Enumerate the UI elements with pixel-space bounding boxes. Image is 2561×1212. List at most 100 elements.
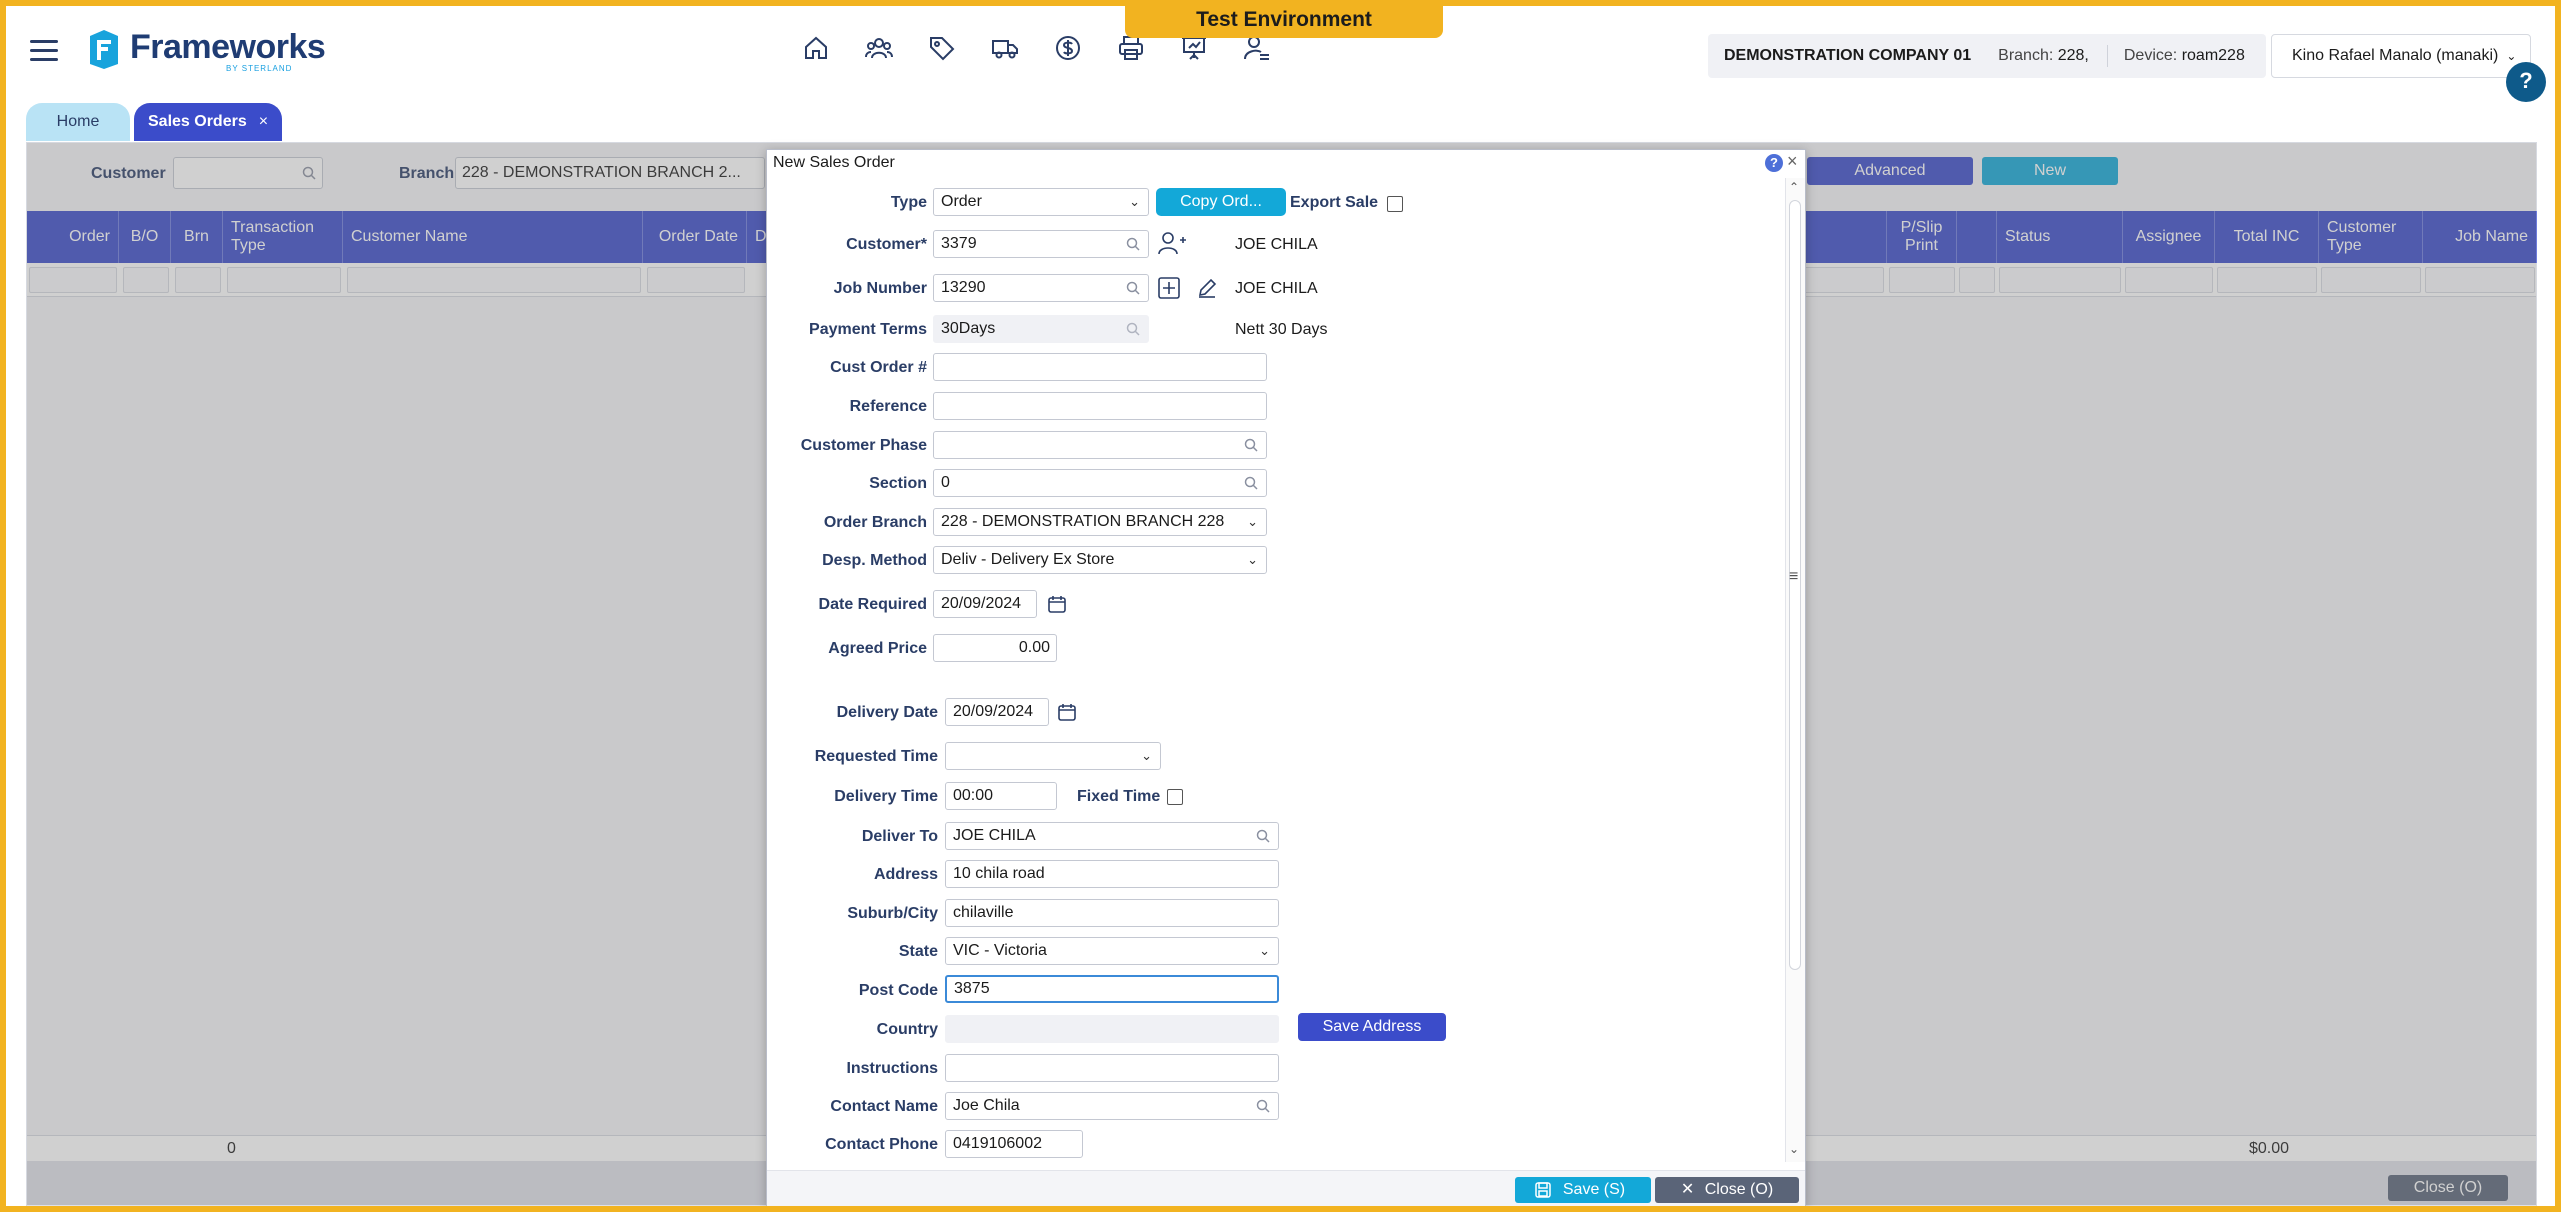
users-icon[interactable] [865, 34, 893, 62]
customer-phase-input[interactable] [933, 431, 1267, 459]
search-icon[interactable] [1126, 237, 1140, 251]
user-menu[interactable]: Kino Rafael Manalo (manaki) ⌄ [2271, 34, 2531, 78]
instructions-input[interactable] [945, 1054, 1279, 1082]
dialog-body: Type Order ⌄ Copy Ord... Export Sale Cus… [767, 178, 1785, 1162]
customer-name: JOE CHILA [1235, 236, 1318, 253]
search-icon[interactable] [1244, 438, 1258, 452]
job-name: JOE CHILA [1235, 280, 1318, 297]
type-select[interactable]: Order ⌄ [933, 188, 1149, 216]
payment-terms-input: 30Days [933, 315, 1149, 343]
reference-label: Reference [849, 398, 927, 415]
fixed-time-checkbox[interactable] [1167, 789, 1183, 805]
save-label: Save (S) [1562, 1181, 1626, 1198]
search-icon[interactable] [1256, 1099, 1270, 1113]
date-required-label: Date Required [818, 596, 927, 613]
calendar-icon[interactable] [1057, 702, 1077, 722]
frameworks-logo[interactable]: Frameworks BY STERLAND [86, 24, 326, 76]
order-branch-select[interactable]: 228 - DEMONSTRATION BRANCH 228 ⌄ [933, 508, 1267, 536]
close-button[interactable]: ✕ Close (O) [1655, 1177, 1799, 1203]
agreed-price-input[interactable]: 0.00 [933, 634, 1057, 662]
post-code-input[interactable]: 3875 [945, 975, 1279, 1003]
contact-phone-label: Contact Phone [825, 1136, 938, 1153]
resize-grip-icon[interactable]: ≡ [1789, 568, 1798, 586]
search-icon[interactable] [1244, 476, 1258, 490]
search-icon[interactable] [1126, 281, 1140, 295]
export-sale-checkbox[interactable] [1387, 196, 1403, 212]
edit-job-icon[interactable] [1197, 278, 1217, 298]
job-number-input[interactable]: 13290 [933, 274, 1149, 302]
order-branch-value: 228 - DEMONSTRATION BRANCH 228 [941, 513, 1225, 530]
tab-close-icon[interactable]: × [259, 113, 268, 130]
chevron-down-icon: ⌄ [1259, 943, 1270, 958]
chevron-up-icon[interactable]: ⌃ [1789, 180, 1799, 194]
dialog-scrollbar[interactable]: ⌃ ⌄ [1785, 178, 1805, 1162]
printer-icon[interactable] [1117, 34, 1145, 62]
country-input [945, 1015, 1279, 1043]
tag-icon[interactable] [928, 34, 956, 62]
search-icon[interactable] [1256, 829, 1270, 843]
contact-name-input[interactable]: Joe Chila [945, 1092, 1279, 1120]
chevron-down-icon: ⌄ [1141, 748, 1152, 763]
calendar-icon[interactable] [1047, 594, 1067, 614]
contact-name-label: Contact Name [830, 1098, 938, 1115]
chevron-down-icon: ⌄ [2506, 49, 2517, 63]
presentation-icon[interactable] [1180, 34, 1208, 62]
branch-value: 228, [2057, 47, 2089, 64]
dialog-close-icon[interactable]: × [1787, 151, 1798, 172]
help-icon[interactable]: ? [2506, 62, 2546, 102]
desp-method-select[interactable]: Deliv - Delivery Ex Store ⌄ [933, 546, 1267, 574]
copy-order-button[interactable]: Copy Ord... [1156, 188, 1286, 216]
customer-value: 3379 [941, 235, 977, 252]
dialog-help-icon[interactable]: ? [1765, 154, 1783, 172]
truck-icon[interactable] [991, 34, 1019, 62]
suburb-input[interactable]: chilaville [945, 899, 1279, 927]
requested-time-select[interactable]: ⌄ [945, 742, 1161, 770]
desp-method-label: Desp. Method [822, 552, 927, 569]
cust-order-input[interactable] [933, 353, 1267, 381]
contact-phone-input[interactable]: 0419106002 [945, 1130, 1083, 1158]
section-value: 0 [941, 474, 950, 491]
date-required-input[interactable]: 20/09/2024 [933, 590, 1037, 618]
agreed-price-label: Agreed Price [828, 640, 927, 657]
reference-input[interactable] [933, 392, 1267, 420]
tab-home[interactable]: Home [26, 103, 130, 141]
branch-info: Branch: 228, [1998, 47, 2089, 65]
delivery-date-label: Delivery Date [836, 704, 938, 721]
app-window: Test Environment Frameworks BY STERLAND … [6, 6, 2555, 1206]
state-select[interactable]: VIC - Victoria ⌄ [945, 937, 1279, 965]
state-value: VIC - Victoria [953, 942, 1047, 959]
chevron-down-icon: ⌄ [1247, 552, 1258, 567]
dollar-icon[interactable] [1054, 34, 1082, 62]
environment-banner: Test Environment [1125, 6, 1443, 38]
add-customer-icon[interactable] [1157, 230, 1187, 256]
section-input[interactable]: 0 [933, 469, 1267, 497]
save-button[interactable]: Save (S) [1515, 1177, 1651, 1203]
chevron-down-icon[interactable]: ⌄ [1789, 1142, 1799, 1156]
home-icon[interactable] [802, 34, 830, 62]
close-label: Close (O) [1704, 1181, 1774, 1198]
save-address-button[interactable]: Save Address [1298, 1013, 1446, 1041]
save-icon [1535, 1182, 1551, 1198]
delivery-time-label: Delivery Time [834, 788, 938, 805]
device-info: Device: roam228 [2124, 47, 2245, 65]
dialog-title: New Sales Order [773, 154, 895, 171]
job-number-value: 13290 [941, 279, 986, 296]
chevron-down-icon: ⌄ [1129, 194, 1140, 209]
dialog-footer: Save (S) ✕ Close (O) [767, 1170, 1805, 1206]
company-info: DEMONSTRATION COMPANY 01 Branch: 228, De… [1708, 34, 2266, 78]
add-job-icon[interactable] [1158, 277, 1180, 299]
delivery-date-input[interactable]: 20/09/2024 [945, 698, 1049, 726]
delivery-time-input[interactable]: 00:00 [945, 782, 1057, 810]
user-name: Kino Rafael Manalo (manaki) [2292, 47, 2499, 64]
order-branch-label: Order Branch [823, 514, 927, 531]
hamburger-menu-icon[interactable] [30, 40, 58, 62]
deliver-to-value: JOE CHILA [953, 827, 1036, 844]
payment-terms-desc: Nett 30 Days [1235, 321, 1328, 338]
payment-terms-label: Payment Terms [809, 321, 927, 338]
deliver-to-input[interactable]: JOE CHILA [945, 822, 1279, 850]
top-nav-icons [802, 34, 1271, 62]
address-input[interactable]: 10 chila road [945, 860, 1279, 888]
customer-input[interactable]: 3379 [933, 230, 1149, 258]
tab-sales-orders[interactable]: Sales Orders × [134, 103, 283, 141]
user-settings-icon[interactable] [1243, 34, 1271, 62]
